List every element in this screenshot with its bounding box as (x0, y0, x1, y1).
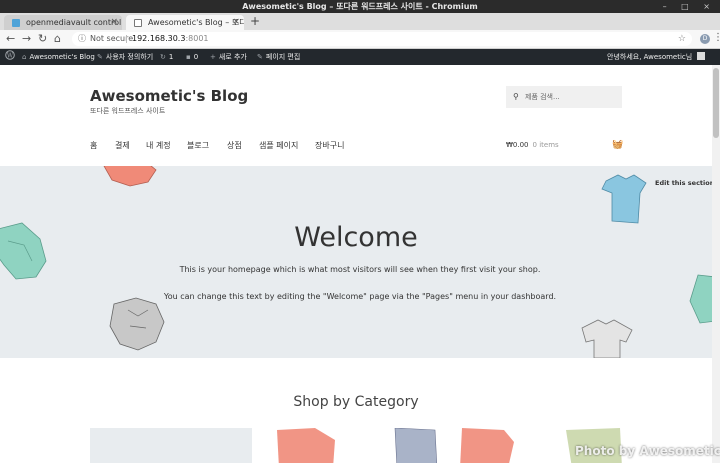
category-image (277, 428, 437, 463)
shirt-illustration-salmon (103, 166, 157, 187)
tab-openmediavault[interactable]: openmediavault control p × (4, 15, 122, 30)
cart-items: 0 items (532, 141, 559, 149)
browser-toolbar: ← → ↻ ⌂ ⓘ Not secure 192.168.30.3:8001 ☆… (0, 30, 720, 49)
tab-label: Awesometic's Blog – 또다 (148, 18, 244, 27)
nav-item-checkout[interactable]: 결제 (115, 140, 130, 151)
nav-item-shop[interactable]: 상점 (227, 140, 242, 151)
admin-site-name: Awesometic's Blog (29, 53, 95, 61)
nav-item-blog[interactable]: 블로그 (187, 140, 209, 151)
url-port: :8001 (185, 34, 209, 43)
updates-icon: ↻ (160, 53, 166, 61)
search-placeholder: 제품 검색... (525, 93, 560, 101)
tshirt-illustration-gray (581, 319, 633, 358)
hero-text-1: This is your homepage which is what most… (179, 265, 541, 274)
nav-item-cart[interactable]: 장바구니 (315, 140, 344, 151)
admin-site-link[interactable]: ⌂ Awesometic's Blog (22, 49, 95, 65)
polo-illustration-blue (601, 174, 647, 224)
window-controls[interactable]: – □ × (663, 0, 716, 13)
divider (126, 35, 127, 43)
forward-arrow-icon[interactable]: → (22, 32, 31, 46)
omv-favicon-icon (12, 19, 20, 27)
nav-item-my-account[interactable]: 내 계정 (146, 140, 171, 151)
nav-item-home[interactable]: 홈 (90, 140, 97, 151)
updates-count: 1 (168, 53, 174, 61)
page-scrollbar[interactable] (712, 65, 720, 463)
admin-new-label: 새로 추가 (218, 53, 247, 61)
header-cart[interactable]: ₩0.00 0 items (506, 141, 559, 149)
wp-admin-bar: W ⌂ Awesometic's Blog ✎ 사용자 정의하기 ↻ 1 ▪ 0 + 새로… (0, 49, 720, 65)
admin-customize-link[interactable]: ✎ 사용자 정의하기 (97, 49, 153, 65)
comments-count: 0 (193, 53, 199, 61)
page-favicon-icon (134, 19, 142, 27)
menu-dots-icon[interactable]: ⋮ (713, 32, 720, 43)
hero-section: Edit this section Welcome This is your h… (0, 166, 712, 358)
tab-label: openmediavault control p (26, 18, 122, 27)
hoodie-illustration-gray (109, 297, 165, 351)
hero-heading: Welcome (294, 222, 418, 253)
url-host: 192.168.30.3 (132, 34, 186, 43)
admin-greeting: 안녕하세요, Awesometic님 (607, 53, 693, 61)
home-icon[interactable]: ⌂ (54, 32, 61, 46)
close-icon[interactable]: × (110, 15, 118, 30)
url-text[interactable]: 192.168.30.3:8001 (132, 32, 209, 46)
basket-icon[interactable]: 🧺 (612, 140, 623, 150)
wordpress-logo-icon[interactable]: W (5, 49, 15, 65)
reload-icon[interactable]: ↻ (38, 32, 47, 46)
shop-by-category-heading: Shop by Category (293, 394, 419, 410)
scrollbar-thumb[interactable] (713, 68, 719, 138)
info-icon[interactable]: ⓘ (78, 32, 86, 46)
tab-awesometic-blog[interactable]: Awesometic's Blog – 또다 × (126, 15, 244, 30)
admin-updates-link[interactable]: ↻ 1 (160, 49, 173, 65)
svg-text:W: W (7, 52, 14, 59)
admin-edit-page-link[interactable]: ✎ 페이지 편집 (257, 49, 300, 65)
nav-item-sample-page[interactable]: 샘플 페이지 (259, 140, 298, 151)
category-card[interactable] (275, 428, 437, 463)
product-search-input[interactable]: ⚲ 제품 검색... (506, 86, 622, 108)
admin-edit-page-label: 페이지 편집 (265, 53, 301, 61)
tab-strip: openmediavault control p × Awesometic's … (0, 13, 720, 30)
hero-text-2: You can change this text by editing the … (163, 292, 557, 301)
close-icon[interactable]: × (232, 15, 240, 30)
pencil-icon: ✎ (257, 53, 263, 61)
category-card[interactable] (90, 428, 252, 463)
home-icon: ⌂ (22, 53, 27, 61)
admin-account-link[interactable]: 안녕하세요, Awesometic님 (607, 49, 706, 65)
admin-new-link[interactable]: + 새로 추가 (210, 49, 247, 65)
site-tagline: 또다른 워드프레스 사이트 (90, 107, 166, 115)
search-icon: ⚲ (513, 92, 519, 101)
admin-avatar (697, 52, 706, 60)
new-tab-icon[interactable]: + (250, 14, 260, 28)
bookmark-star-icon[interactable]: ☆ (678, 32, 686, 46)
window-title-bar: Awesometic's Blog – 또다른 워드프레스 사이트 - Chro… (0, 0, 720, 13)
plus-icon: + (210, 53, 216, 61)
profile-avatar[interactable]: D (700, 34, 710, 44)
window-title: Awesometic's Blog – 또다른 워드프레스 사이트 - Chro… (242, 2, 478, 11)
site-title[interactable]: Awesometic's Blog (90, 87, 248, 105)
comment-icon: ▪ (186, 53, 191, 61)
brush-icon: ✎ (97, 53, 103, 61)
photo-watermark: Photo by Awesometic (575, 444, 720, 458)
page-content: Awesometic's Blog 또다른 워드프레스 사이트 ⚲ 제품 검색.… (0, 65, 712, 463)
back-arrow-icon[interactable]: ← (6, 32, 15, 46)
edit-section-link[interactable]: Edit this section (655, 179, 712, 187)
admin-customize-label: 사용자 정의하기 (105, 53, 154, 61)
address-bar[interactable]: ⓘ Not secure 192.168.30.3:8001 ☆ (72, 32, 692, 46)
cart-amount: ₩0.00 (506, 141, 529, 149)
admin-comments-link[interactable]: ▪ 0 (186, 49, 198, 65)
